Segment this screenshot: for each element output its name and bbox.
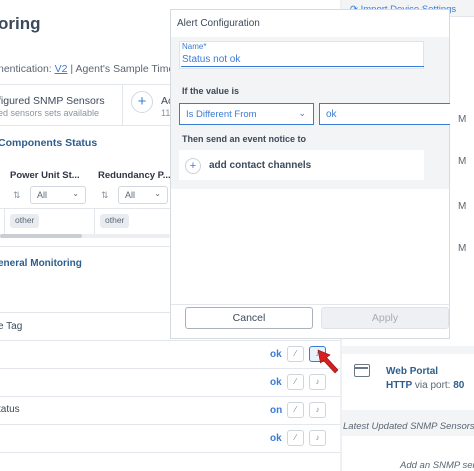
web-portal-title: Web Portal xyxy=(386,366,439,377)
protocol-name: HTTP xyxy=(386,380,413,391)
chevron-down-icon: ⌄ xyxy=(154,189,161,198)
name-field-label: Name* xyxy=(182,42,207,51)
cancel-button[interactable]: Cancel xyxy=(185,307,313,329)
sensors-title: figured SNMP Sensors xyxy=(0,95,105,107)
truncated-text: M xyxy=(458,156,467,167)
chart-icon[interactable]: ⁄ xyxy=(287,402,304,418)
alert-bell-icon[interactable]: ♪ xyxy=(309,402,326,418)
sort-icon[interactable]: ⇅ xyxy=(13,190,21,201)
dialog-footer-divider xyxy=(171,304,449,305)
condition-value-input[interactable]: ok xyxy=(319,103,450,125)
card-divider xyxy=(122,84,123,126)
chevron-down-icon: ⌄ xyxy=(72,189,79,198)
auth-mid: | Agent's Sample Time: xyxy=(67,63,181,75)
alert-bell-icon[interactable]: ♪ xyxy=(309,430,326,446)
port-number: 80 xyxy=(453,380,465,391)
chart-icon[interactable]: ⁄ xyxy=(287,374,304,390)
row-divider xyxy=(0,396,340,397)
filter-power-select[interactable]: All ⌄ xyxy=(30,186,86,204)
apply-button[interactable]: Apply xyxy=(321,307,449,329)
chevron-down-icon: ⌄ xyxy=(298,108,306,118)
page-title: oring xyxy=(0,14,41,33)
notify-label: Then send an event notice to xyxy=(182,134,307,144)
chart-icon[interactable]: ⁄ xyxy=(287,430,304,446)
sensors-subtitle: ed sensors sets available xyxy=(0,108,100,118)
row-divider xyxy=(0,452,340,453)
add-sensor-plus-icon[interactable]: + xyxy=(131,91,153,113)
status-badge: other xyxy=(100,214,130,228)
status-badge: other xyxy=(10,214,40,228)
name-field-value[interactable]: Status not ok xyxy=(182,54,240,65)
dialog-title: Alert Configuration xyxy=(177,18,260,29)
add-snmp-sensor-link[interactable]: Add an SNMP sen xyxy=(400,460,474,471)
web-portal-protocol: HTTP via port: 80 xyxy=(386,380,464,391)
filter-redundancy-value: All xyxy=(125,190,136,200)
row-value: ok xyxy=(270,433,282,444)
filter-redundancy-select[interactable]: All ⌄ xyxy=(118,186,168,204)
horizontal-scrollbar[interactable] xyxy=(0,234,82,238)
via-port-text: via port: xyxy=(412,380,454,391)
chart-icon[interactable]: ⁄ xyxy=(287,346,304,362)
row-divider xyxy=(0,340,340,341)
row-divider xyxy=(0,208,170,209)
row-value: ok xyxy=(270,377,282,388)
condition-select-value: Is Different From xyxy=(186,109,257,120)
latest-sensors-heading: Latest Updated SNMP Sensors xyxy=(343,421,474,432)
column-header-power[interactable]: Power Unit St... xyxy=(10,170,80,181)
row-divider xyxy=(0,424,340,425)
row-label-status: tatus xyxy=(0,404,20,415)
condition-select[interactable]: Is Different From ⌄ xyxy=(179,103,314,125)
name-field-underline xyxy=(181,66,424,67)
condition-label: If the value is xyxy=(182,86,240,96)
dialog-panel: Alert Configuration Name* Status not ok … xyxy=(170,9,450,339)
alert-configuration-dialog: Alert Configuration Name* Status not ok … xyxy=(170,9,450,339)
column-header-redundancy[interactable]: Redundancy P... xyxy=(98,170,171,181)
components-status-heading: Components Status xyxy=(0,137,98,149)
browser-window-icon xyxy=(354,364,370,377)
auth-version-link[interactable]: V2 xyxy=(55,63,68,75)
filter-power-value: All xyxy=(37,190,48,200)
add-contact-channels-button[interactable]: add contact channels xyxy=(209,160,311,171)
row-label-tag: e Tag xyxy=(0,321,23,332)
truncated-text: M xyxy=(458,114,467,125)
row-value: ok xyxy=(270,349,282,360)
red-pointer-arrow-icon xyxy=(317,349,339,374)
add-card-count: 11 xyxy=(161,108,171,118)
sort-icon[interactable]: ⇅ xyxy=(101,190,109,201)
general-monitoring-heading: eneral Monitoring xyxy=(0,258,82,269)
truncated-text: M xyxy=(458,201,467,212)
row-value: on xyxy=(270,405,283,416)
cell-divider xyxy=(94,208,95,234)
auth-prefix: nentication: xyxy=(0,63,55,75)
truncated-text: M xyxy=(458,243,467,254)
row-divider xyxy=(0,368,340,369)
plus-icon[interactable]: + xyxy=(185,158,201,174)
alert-bell-icon[interactable]: ♪ xyxy=(309,374,326,390)
auth-line: nentication: V2 | Agent's Sample Time: 2 xyxy=(0,63,186,75)
cell-divider xyxy=(4,208,5,234)
